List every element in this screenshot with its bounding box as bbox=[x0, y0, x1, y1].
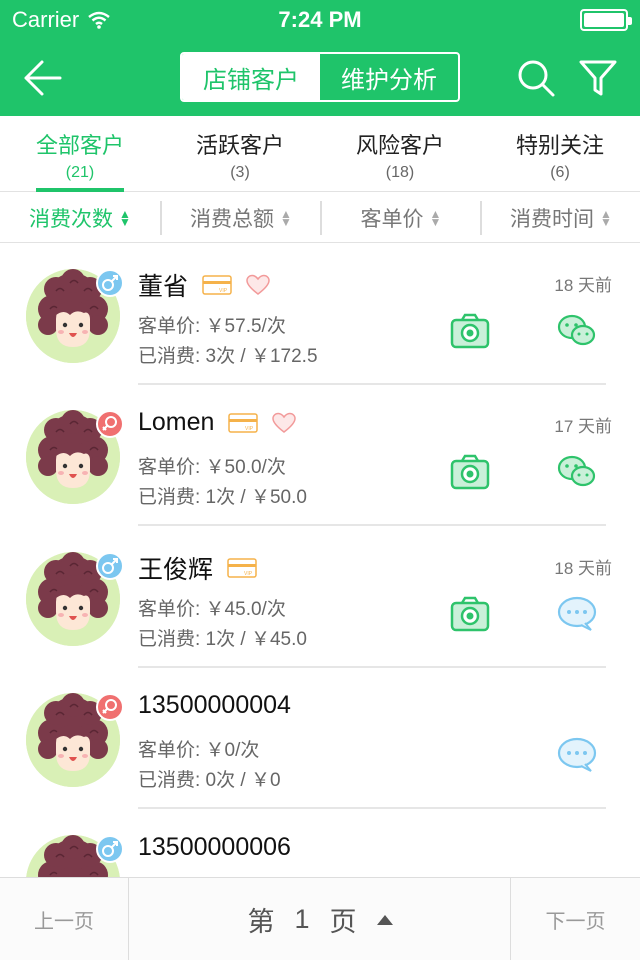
customer-name: 13500000006 bbox=[138, 833, 291, 861]
sort-label: 消费时间 bbox=[510, 208, 595, 231]
sort-arrows-icon: ▲ ▼ bbox=[429, 207, 442, 229]
pagination-bar: 上一页 第 1 页 下一页 bbox=[0, 877, 640, 960]
female-icon bbox=[96, 410, 124, 438]
back-arrow-icon[interactable] bbox=[20, 56, 64, 100]
total-spent: 已消费: 1次 / ￥50.0 bbox=[138, 487, 307, 508]
svg-text:VIP: VIP bbox=[245, 426, 254, 432]
page-label-prefix: 第 bbox=[247, 907, 275, 937]
camera-icon[interactable] bbox=[450, 454, 490, 490]
sort-label: 消费总额 bbox=[190, 208, 275, 231]
sort-arrows-icon: ▲ ▼ bbox=[280, 207, 292, 229]
segmented-control: 店铺客户 维护分析 bbox=[180, 52, 460, 102]
vip-card-icon: VIP bbox=[202, 275, 232, 295]
sort-last-visit[interactable]: 消费时间 ▲ ▼ bbox=[482, 193, 640, 243]
heart-icon[interactable] bbox=[272, 412, 297, 434]
tab-label: 风险客户 bbox=[355, 133, 444, 158]
list-item[interactable]: 王俊辉 VIP 18 天前 客单价: ￥45.0/次 已消费: 1次 / ￥45… bbox=[0, 526, 640, 668]
unit-price: 客单价: ￥50.0/次 bbox=[138, 457, 286, 478]
page-number: 1 bbox=[294, 904, 310, 934]
tab-label: 活跃客户 bbox=[195, 133, 284, 158]
sort-arrows-icon: ▲ ▼ bbox=[119, 207, 131, 229]
total-spent: 已消费: 0次 / ￥0 bbox=[138, 770, 281, 791]
vip-card-icon: VIP bbox=[227, 558, 257, 578]
customer-name-line: 13500000004 bbox=[138, 691, 291, 720]
tab-count: (21) bbox=[65, 164, 95, 181]
last-visit-time: 18 天前 bbox=[554, 276, 612, 295]
customer-name-line: 董省 VIP bbox=[138, 267, 270, 303]
sms-icon[interactable] bbox=[557, 596, 597, 632]
sort-unit-price[interactable]: 客单价 ▲ ▼ bbox=[322, 193, 480, 243]
heart-icon[interactable] bbox=[246, 274, 270, 296]
male-icon bbox=[96, 835, 124, 863]
last-visit-time: 17 天前 bbox=[554, 417, 612, 436]
unit-price: 客单价: ￥45.0/次 bbox=[138, 599, 286, 620]
customer-name: 董省 bbox=[138, 273, 189, 301]
segment-store-customers[interactable]: 店铺客户 bbox=[182, 54, 320, 100]
next-page-button[interactable]: 下一页 bbox=[511, 878, 640, 960]
sort-bar: 消费次数 ▲ ▼ 消费总额 ▲ ▼ 客单价 ▲ ▼ 消费时间 ▲ ▼ bbox=[0, 193, 640, 243]
page-indicator[interactable]: 第 1 页 bbox=[130, 878, 510, 960]
sms-icon[interactable] bbox=[557, 737, 597, 773]
total-spent: 已消费: 3次 / ￥172.5 bbox=[138, 346, 318, 367]
svg-text:VIP: VIP bbox=[219, 288, 228, 294]
nav-bar: Carrier 7:24 PM 店铺客户 维护分析 bbox=[0, 0, 640, 116]
tab-risk-customers[interactable]: 风险客户 (18) bbox=[320, 116, 480, 192]
list-item[interactable]: Lomen VIP 17 天前 客单价: ￥50.0/次 已消费: 1次 / ￥… bbox=[0, 384, 640, 526]
tab-active-customers[interactable]: 活跃客户 (3) bbox=[160, 116, 320, 192]
prev-page-button[interactable]: 上一页 bbox=[0, 878, 128, 960]
sort-label: 客单价 bbox=[360, 208, 424, 231]
list-item[interactable]: 13500000006 bbox=[0, 809, 640, 877]
tab-special-attention[interactable]: 特别关注 (6) bbox=[480, 116, 640, 192]
customer-name-line: Lomen VIP bbox=[138, 408, 297, 437]
tab-label: 全部客户 bbox=[35, 133, 124, 158]
battery-icon bbox=[580, 9, 632, 31]
search-icon[interactable] bbox=[514, 56, 558, 100]
sort-total-spent[interactable]: 消费总额 ▲ ▼ bbox=[162, 193, 320, 243]
customer-name: 王俊辉 bbox=[138, 556, 214, 584]
female-icon bbox=[96, 693, 124, 721]
customer-name: Lomen bbox=[138, 408, 215, 436]
sort-arrows-icon: ▲ ▼ bbox=[600, 207, 612, 229]
tab-all-customers[interactable]: 全部客户 (21) bbox=[0, 116, 160, 192]
customer-name-line: 13500000006 bbox=[138, 833, 291, 862]
sort-visit-count[interactable]: 消费次数 ▲ ▼ bbox=[0, 193, 160, 243]
male-icon bbox=[96, 552, 124, 580]
camera-icon[interactable] bbox=[450, 313, 490, 349]
total-spent: 已消费: 1次 / ￥45.0 bbox=[138, 629, 307, 650]
wechat-icon[interactable] bbox=[557, 313, 597, 349]
male-icon bbox=[96, 269, 124, 297]
sort-label: 消费次数 bbox=[29, 208, 114, 231]
tab-count: (3) bbox=[230, 164, 250, 181]
svg-text:VIP: VIP bbox=[244, 571, 253, 577]
customer-tabs: 全部客户 (21) 活跃客户 (3) 风险客户 (18) 特别关注 (6) bbox=[0, 116, 640, 192]
status-bar: Carrier 7:24 PM bbox=[0, 0, 640, 40]
camera-icon[interactable] bbox=[450, 596, 490, 632]
last-visit-time: 18 天前 bbox=[554, 559, 612, 578]
tab-label: 特别关注 bbox=[515, 133, 604, 158]
unit-price: 客单价: ￥57.5/次 bbox=[138, 316, 286, 337]
unit-price: 客单价: ￥0/次 bbox=[138, 740, 260, 761]
page-label-suffix: 页 bbox=[329, 907, 357, 937]
list-item[interactable]: 13500000004 客单价: ￥0/次 已消费: 0次 / ￥0 bbox=[0, 667, 640, 809]
segment-maintenance-analysis[interactable]: 维护分析 bbox=[320, 54, 458, 100]
list-item[interactable]: 董省 VIP 18 天前 客单价: ￥57.5/次 已消费: 3次 / ￥172… bbox=[0, 243, 640, 385]
triangle-up-icon bbox=[376, 914, 393, 925]
status-time: 7:24 PM bbox=[278, 7, 362, 32]
customer-name-line: 王俊辉 VIP bbox=[138, 550, 257, 586]
filter-icon[interactable] bbox=[576, 56, 620, 100]
tab-count: (6) bbox=[550, 164, 570, 181]
customer-name: 13500000004 bbox=[138, 691, 291, 719]
tab-count: (18) bbox=[385, 164, 415, 181]
divider bbox=[128, 878, 129, 960]
vip-card-icon: VIP bbox=[228, 412, 259, 433]
wechat-icon[interactable] bbox=[557, 454, 597, 490]
customer-list: 董省 VIP 18 天前 客单价: ￥57.5/次 已消费: 3次 / ￥172… bbox=[0, 243, 640, 877]
